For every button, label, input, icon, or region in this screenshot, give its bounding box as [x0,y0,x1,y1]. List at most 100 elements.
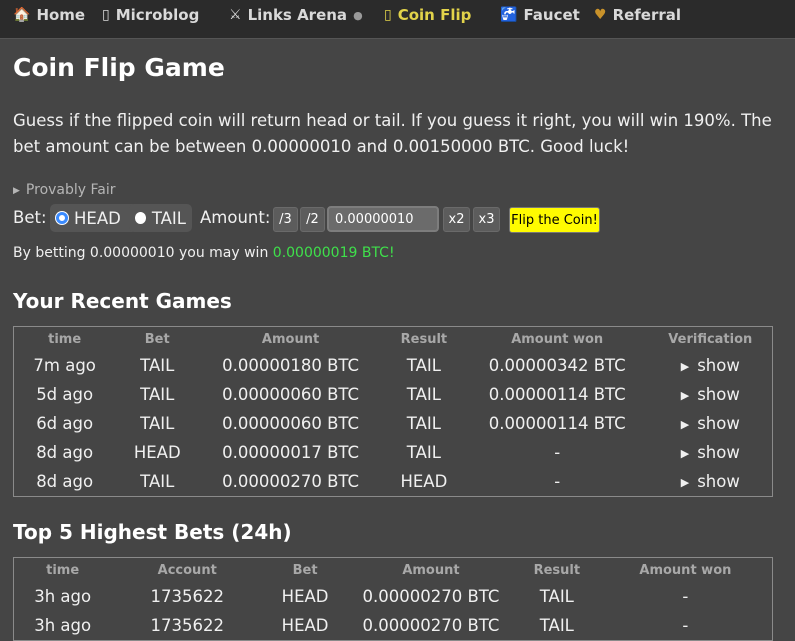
table-cell: - [682,616,689,635]
table-cell: TAIL [140,356,175,375]
table-cell: - [554,472,561,491]
table-row: 3h ago 1735622 HEAD 0.00000270 BTC TAIL - [14,611,773,641]
radio-selected-icon [56,212,68,224]
col-header-amount-won: Amount won [511,331,604,347]
triangle-right-icon: ▶ [680,447,690,460]
table-header-row: time Bet Amount Result Amount won Verifi… [14,327,773,352]
show-verification-toggle[interactable]: ▶ show [681,356,740,375]
page-title: Coin Flip Game [13,53,225,82]
divide-by-3-button[interactable]: /3 [273,207,298,232]
table-cell: 3h ago [34,616,92,635]
win-prefix: By betting 0.00000010 you may win [13,245,273,261]
amount-label: Amount: [200,208,271,227]
table-cell: HEAD [281,587,329,606]
nav-home-label: Home [36,6,86,24]
table-cell: 0.00000270 BTC [362,587,500,606]
home-icon: 🏠 [13,7,31,23]
table-cell: 0.00000060 BTC [222,414,360,433]
provably-fair-toggle[interactable]: ▶ Provably Fair [13,182,116,198]
multiply-3-button[interactable]: x3 [473,207,500,232]
show-label: show [697,443,740,462]
head-radio[interactable]: HEAD [50,204,137,232]
table-cell: TAIL [140,385,175,404]
nav-coin-flip[interactable]: ▯ Coin Flip [384,5,471,25]
table-cell: 0.00000017 BTC [222,443,360,462]
nav-referral-label: Referral [612,6,682,24]
show-label: show [697,356,740,375]
table-cell: 8d ago [36,472,94,491]
table-cell: 0.00000060 BTC [222,385,360,404]
show-verification-toggle[interactable]: ▶ show [681,443,740,462]
top-bets-title: Top 5 Highest Bets (24h) [13,520,292,544]
triangle-right-icon: ▶ [680,418,690,431]
head-label: HEAD [74,208,121,228]
verification-cell: ▶ show [649,409,773,438]
status-dot-icon: ● [353,8,363,22]
col-header-time: time [46,562,80,578]
show-label: show [697,472,740,491]
show-label: show [697,414,740,433]
show-verification-toggle[interactable]: ▶ show [681,472,740,491]
col-header-result: Result [533,562,581,578]
table-cell: 0.00000114 BTC [488,385,626,404]
table-row: 8d ago HEAD 0.00000017 BTC TAIL - ▶ show [14,438,773,467]
col-header-amount-won: Amount won [639,562,732,578]
bet-amount-input[interactable] [327,206,439,232]
table-cell: 8d ago [36,443,94,462]
nav-microblog-label: Microblog [115,6,200,24]
coin-icon: ▯ [384,7,392,23]
table-cell: TAIL [140,472,175,491]
table-cell: 3h ago [34,587,92,606]
verification-cell: ▶ show [649,380,773,409]
table-cell: 5d ago [36,385,94,404]
show-verification-toggle[interactable]: ▶ show [681,414,740,433]
table-cell: 1735622 [150,616,224,635]
nav-home[interactable]: 🏠 Home [13,5,85,25]
verification-cell: ▶ show [649,351,773,380]
table-row: 3h ago 1735622 HEAD 0.00000270 BTC TAIL - [14,582,773,611]
triangle-right-icon: ▶ [680,389,690,402]
tail-radio[interactable]: TAIL [129,204,192,232]
col-header-bet: Bet [144,331,170,347]
col-header-amount: Amount [261,331,320,347]
nav-faucet[interactable]: 🚰 Faucet [500,5,580,25]
nav-links-arena-label: Links Arena [247,6,348,24]
col-header-amount: Amount [402,562,460,578]
recent-games-table: time Bet Amount Result Amount won Verifi… [13,326,773,497]
col-header-bet: Bet [292,562,318,578]
potential-win-text: By betting 0.00000010 you may win 0.0000… [13,245,395,261]
table-cell: HEAD [400,472,448,491]
col-header-time: time [48,331,82,347]
bet-label: Bet: [13,208,47,227]
table-cell: 0.00000270 BTC [222,472,360,491]
nav-referral[interactable]: ♥ Referral [594,5,681,25]
table-cell: TAIL [406,385,441,404]
microblog-icon: ▯ [102,7,110,23]
nav-coin-flip-label: Coin Flip [397,6,472,24]
divide-by-2-button[interactable]: /2 [300,207,325,232]
nav-microblog[interactable]: ▯ Microblog [102,5,199,25]
show-verification-toggle[interactable]: ▶ show [681,385,740,404]
verification-cell: ▶ show [649,438,773,467]
top-nav: 🏠 Home ▯ Microblog ⚔ Links Arena ● ▯ Coi… [0,0,795,39]
table-cell: TAIL [406,414,441,433]
faucet-icon: 🚰 [500,7,518,23]
table-cell: 0.00000270 BTC [362,616,500,635]
table-cell: - [554,443,561,462]
top-bets-table: time Account Bet Amount Result Amount wo… [13,557,773,641]
win-amount: 0.00000019 BTC! [272,245,395,261]
swords-icon: ⚔ [229,7,242,23]
table-cell: TAIL [406,356,441,375]
table-cell: 7m ago [33,356,96,375]
col-header-verification: Verification [668,331,753,347]
table-cell: 6d ago [36,414,94,433]
game-description: Guess if the flipped coin will return he… [13,111,772,156]
verification-cell: ▶ show [649,467,773,497]
flip-coin-button[interactable]: Flip the Coin! [509,207,600,233]
table-row: 5d ago TAIL 0.00000060 BTC TAIL 0.00000114 B… [14,380,773,409]
table-row: 7m ago TAIL 0.00000180 BTC TAIL 0.00000342 B… [14,351,773,380]
multiply-2-button[interactable]: x2 [443,207,470,232]
table-cell: 0.00000180 BTC [222,356,360,375]
table-cell: TAIL [140,414,175,433]
nav-links-arena[interactable]: ⚔ Links Arena ● [229,5,363,25]
